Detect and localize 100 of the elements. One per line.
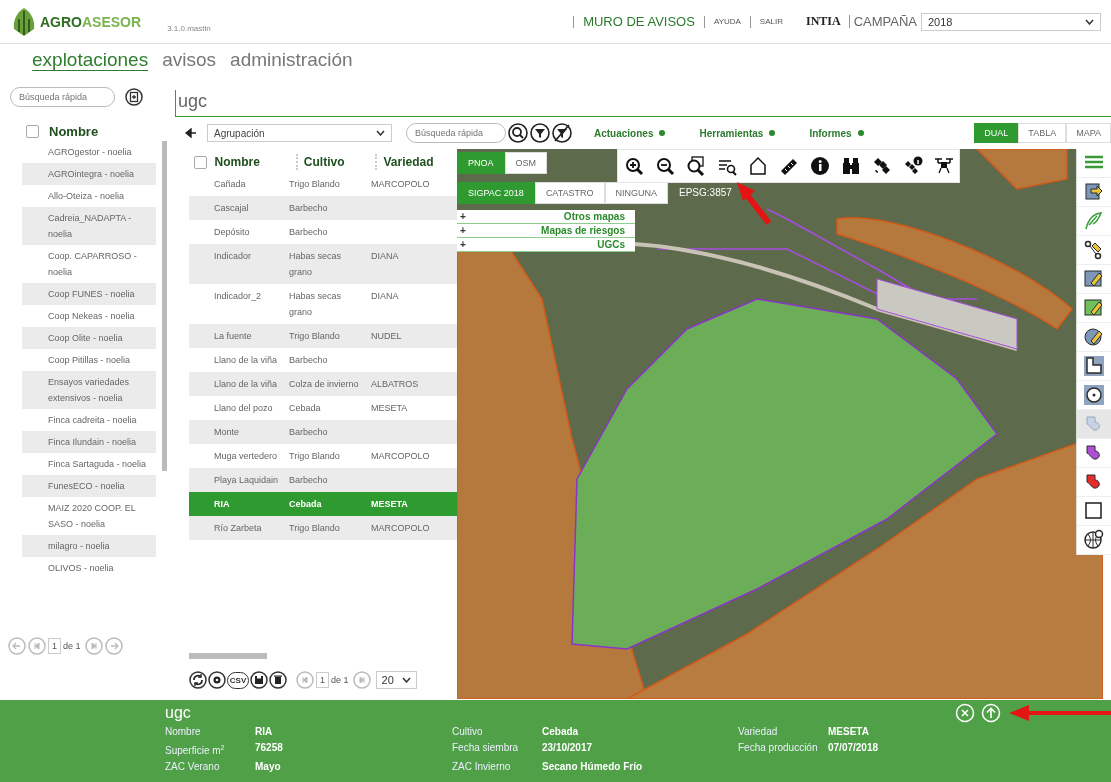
leaf-icon[interactable] xyxy=(1083,210,1105,232)
polygon-icon[interactable] xyxy=(747,156,768,176)
page-count: de 1 xyxy=(331,675,349,685)
table-row[interactable]: Río Zarbeta Trigo Blando MARCOPOLO xyxy=(189,516,457,540)
save-icon[interactable] xyxy=(250,671,268,689)
view-tab[interactable]: DUAL xyxy=(974,123,1019,143)
menu-link[interactable]: Actuaciones xyxy=(594,127,666,139)
section-tab[interactable]: explotaciones xyxy=(32,49,149,71)
table-row[interactable]: Depósito Barbecho xyxy=(189,220,457,244)
page-field[interactable]: 1 xyxy=(316,672,329,688)
dot-icon xyxy=(857,130,864,136)
back-arrow-icon[interactable] xyxy=(185,128,197,138)
table-row[interactable]: Llano de la viña Barbecho xyxy=(189,348,457,372)
overlay-layer-tab[interactable]: NINGUNA xyxy=(604,182,669,204)
info-icon[interactable] xyxy=(809,156,830,176)
table-cell-text: Cebada xyxy=(289,402,322,415)
zoom-extent-icon[interactable] xyxy=(685,156,706,176)
list-item[interactable]: AGROintegra - noelia xyxy=(22,163,156,185)
add-icon[interactable] xyxy=(125,88,143,106)
list-item[interactable]: OLIVOS - noelia xyxy=(22,557,156,579)
menu-link[interactable]: Informes xyxy=(809,127,864,139)
field-value: 76258 xyxy=(255,741,284,755)
base-layer-tab[interactable]: OSM xyxy=(504,152,548,174)
list-item[interactable]: MAIZ 2020 COOP. EL SASO - noelia xyxy=(22,497,156,535)
zoom-out-icon[interactable] xyxy=(654,156,675,176)
list-item[interactable]: Ensayos variedades extensivos - noelia xyxy=(22,371,156,409)
table-row[interactable]: Cañada Trigo Blando MARCOPOLO xyxy=(189,172,457,196)
csv-export-button[interactable]: CSV xyxy=(227,671,249,689)
checkbox[interactable] xyxy=(194,155,207,169)
table-row[interactable]: Playa Laquidain Barbecho xyxy=(189,468,457,492)
overlay-layer-tab[interactable]: CATASTRO xyxy=(534,182,605,204)
page-field[interactable]: 1 xyxy=(48,638,61,654)
nav-link[interactable]: SALIR xyxy=(749,15,792,28)
square-icon[interactable] xyxy=(1083,500,1105,522)
list-item[interactable]: Coop Nekeas - noelia xyxy=(22,305,156,327)
edit-square-icon[interactable] xyxy=(1083,268,1105,290)
field-value: MESETA xyxy=(828,725,870,739)
edit-circle-icon[interactable] xyxy=(1083,326,1105,348)
version-label: 3.1.0.mastin xyxy=(167,23,211,33)
layer-group-row[interactable]: + UGCs xyxy=(457,238,635,252)
export-icon[interactable] xyxy=(1083,181,1105,203)
table-row[interactable]: Llano de la viña Colza de invierno ALBATROS xyxy=(189,372,457,396)
list-item[interactable]: Finca Ilundain - noelia xyxy=(22,431,156,453)
checkbox[interactable] xyxy=(26,125,39,138)
list-item[interactable]: Coop FUNES - noelia xyxy=(22,283,156,305)
binoculars-icon[interactable] xyxy=(840,156,861,176)
search-icon[interactable] xyxy=(508,123,528,143)
scrollbar[interactable] xyxy=(162,141,167,471)
list-item[interactable]: Finca cadreita - noelia xyxy=(22,409,156,431)
search-field[interactable]: Búsqueda rápida xyxy=(10,87,115,107)
view-tab[interactable]: TABLA xyxy=(1018,123,1067,143)
nav-link[interactable]: AYUDA xyxy=(703,15,750,28)
table-row[interactable]: Monte Barbecho xyxy=(189,420,457,444)
field-label: Fecha siembra xyxy=(452,741,520,755)
zoom-in-icon[interactable] xyxy=(623,156,644,176)
list-item[interactable]: AGROgestor - noelia xyxy=(22,141,156,163)
layer-group-row[interactable]: + Otros mapas xyxy=(457,210,635,224)
delete-icon[interactable] xyxy=(269,671,287,689)
list-item[interactable]: Coop Pitillas - noelia xyxy=(22,349,156,371)
campaign-select[interactable]: 2018 xyxy=(921,12,1101,31)
filter-off-icon[interactable] xyxy=(552,123,572,143)
list-item[interactable]: Allo-Oteiza - noelia xyxy=(22,185,156,207)
list-item[interactable]: Finca Sartaguda - noelia xyxy=(22,453,156,475)
table-row[interactable]: La fuente Trigo Blando NUDEL xyxy=(189,324,457,348)
overlay-layer-tab[interactable]: SIGPAC 2018 xyxy=(457,182,535,204)
column-header[interactable]: Nombre xyxy=(214,154,296,170)
table-cell-text: Indicador_2 xyxy=(213,290,263,303)
circle-dot-icon[interactable] xyxy=(1083,384,1105,406)
column-header[interactable]: Cultivo xyxy=(295,154,376,170)
menu-link[interactable]: Herramientas xyxy=(699,127,776,139)
filter-icon[interactable] xyxy=(530,123,550,143)
table-row[interactable]: Indicador_2 Habas secas grano DIANA xyxy=(189,284,457,324)
page-size-select[interactable]: 20 xyxy=(375,671,417,689)
refresh-icon[interactable] xyxy=(189,671,207,689)
edit-square-icon[interactable] xyxy=(1083,297,1105,319)
globe-icon[interactable] xyxy=(1083,529,1105,551)
corner-shape-icon[interactable] xyxy=(1083,355,1105,377)
field-value: Mayo xyxy=(255,760,282,775)
list-item[interactable]: Coop Olite - noelia xyxy=(22,327,156,349)
scrollbar[interactable] xyxy=(189,653,267,659)
table-row[interactable]: Llano del pozo Cebada MESETA xyxy=(189,396,457,420)
list-item[interactable]: Cadreia_NADAPTA - noelia xyxy=(22,207,156,245)
drone-icon[interactable] xyxy=(933,156,954,176)
base-layer-tab[interactable]: PNOA xyxy=(457,152,505,174)
close-icon[interactable] xyxy=(955,703,975,723)
view-tab[interactable]: MAPA xyxy=(1066,123,1111,143)
layer-group-row[interactable]: + Mapas de riesgos xyxy=(457,224,635,238)
search-field[interactable]: Búsqueda rápida xyxy=(406,123,506,143)
section-tab[interactable]: administración xyxy=(230,49,353,71)
nav-link[interactable]: MURO DE AVISOS xyxy=(573,15,704,28)
table-row[interactable]: Indicador Habas secas grano DIANA xyxy=(189,244,457,284)
section-tab[interactable]: avisos xyxy=(162,49,217,71)
aerial-map-drawing[interactable] xyxy=(457,149,1103,699)
list-item[interactable]: milagro - noelia xyxy=(22,535,156,557)
table-row[interactable]: Muga vertedero Trigo Blando MARCOPOLO xyxy=(189,444,457,468)
table-row[interactable]: RIA Cebada MESETA xyxy=(189,492,457,516)
grouping-select[interactable]: Agrupación xyxy=(207,124,392,142)
list-item[interactable]: FunesECO - noelia xyxy=(22,475,156,497)
table-row[interactable]: Cascajal Barbecho xyxy=(189,196,457,220)
list-item[interactable]: Coop. CAPARROSO - noelia xyxy=(22,245,156,283)
